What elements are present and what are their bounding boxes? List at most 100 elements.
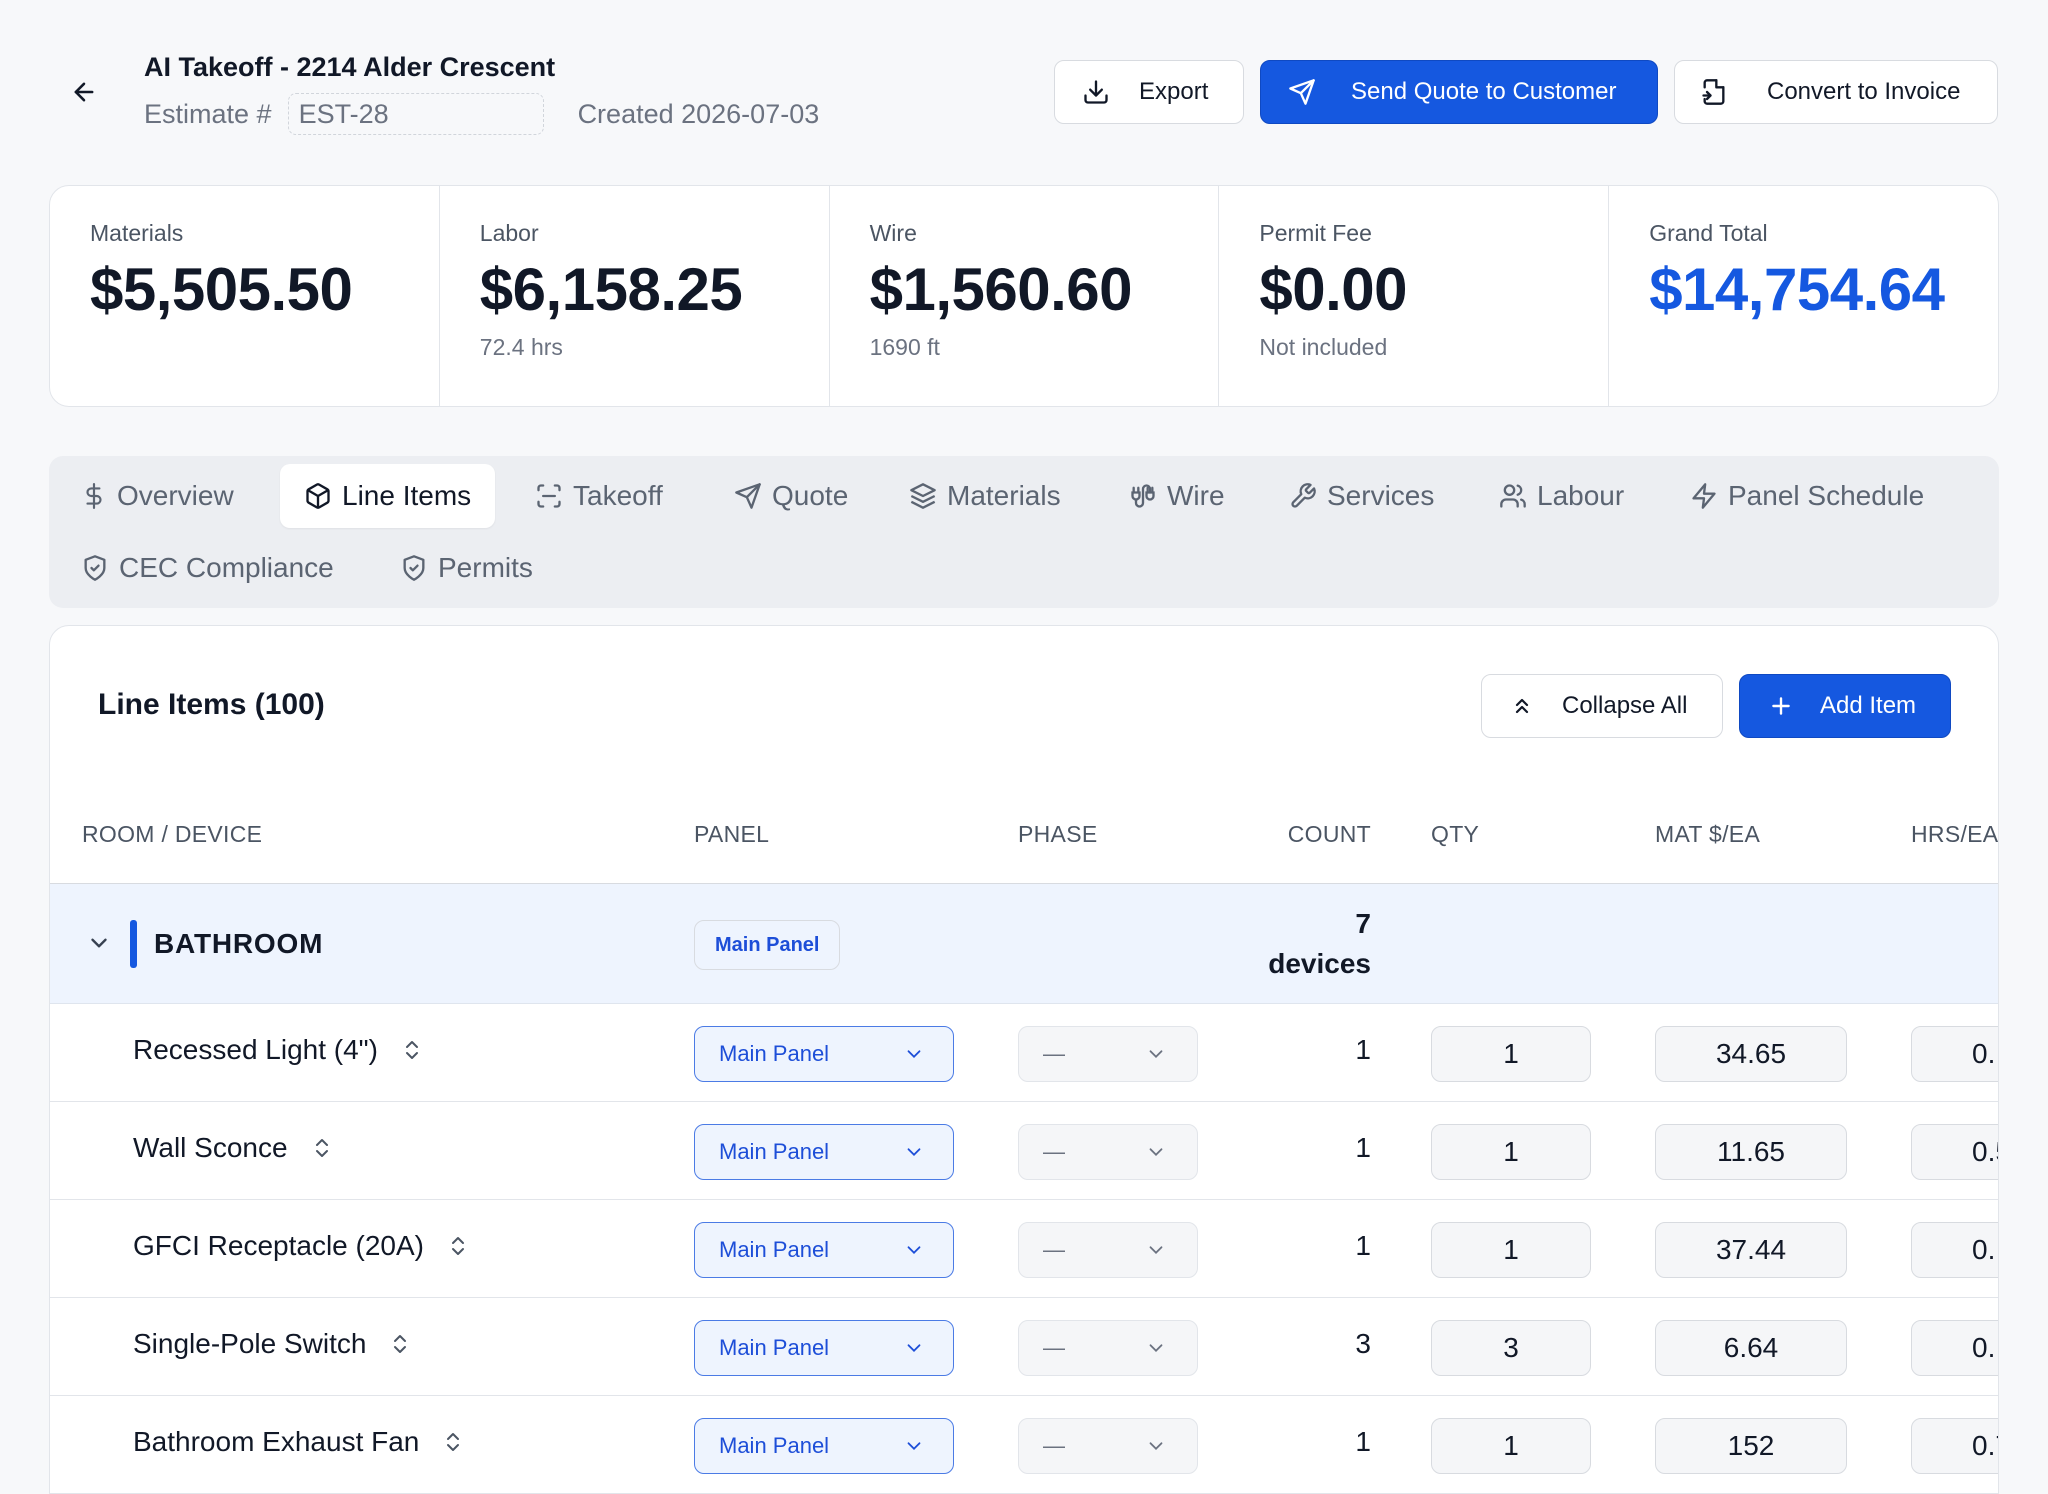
chevrons-up-down-icon[interactable] [310,1134,334,1162]
hrs-input[interactable]: 0. [1911,1026,1998,1082]
column-header-room-device[interactable]: ROOM / DEVICE [82,821,262,848]
table-row: Bathroom Exhaust Fan Main Panel — 1 1 15… [50,1396,1998,1494]
phase-select[interactable]: — [1018,1026,1198,1082]
tab-bar: Overview Line Items Takeoff Quote Materi… [49,456,1999,608]
users-icon [1500,484,1526,508]
collapse-all-button[interactable]: Collapse All [1481,674,1723,738]
mat-price-input[interactable]: 37.44 [1655,1222,1847,1278]
collapse-all-label: Collapse All [1562,692,1688,719]
tab-permits[interactable]: Permits [400,536,533,600]
chevron-down-icon [1149,1442,1163,1451]
tab-label: Line Items [342,480,472,511]
qty-input[interactable]: 1 [1431,1222,1591,1278]
tab-label: Services [1327,480,1435,511]
tab-cec-compliance[interactable]: CEC Compliance [81,536,334,600]
group-count-unit: devices [1268,948,1371,979]
chevrons-up-down-icon[interactable] [441,1428,465,1456]
back-button[interactable] [66,78,102,106]
panel-select[interactable]: Main Panel [694,1124,954,1180]
count-value: 1 [1355,1132,1371,1163]
panel-select[interactable]: Main Panel [694,1026,954,1082]
add-item-button[interactable]: Add Item [1739,674,1951,738]
card-label: Materials [90,220,184,246]
created-date: Created 2026-07-03 [577,98,820,129]
grand-total-card: Grand Total $14,754.64 [1609,186,1998,406]
chevron-down-icon[interactable] [86,930,112,961]
hrs-input[interactable]: 0. [1911,1222,1998,1278]
chevrons-up-down-icon[interactable] [446,1232,470,1260]
chevron-down-icon [907,1246,921,1255]
chevrons-up-down-icon[interactable] [388,1330,412,1358]
column-header-phase[interactable]: PHASE [1018,821,1097,848]
phase-select[interactable]: — [1018,1418,1198,1474]
mat-price-input[interactable]: 11.65 [1655,1124,1847,1180]
chevron-down-icon [907,1344,921,1353]
column-header-qty[interactable]: QTY [1431,821,1479,848]
hrs-input[interactable]: 0.5 [1911,1124,1998,1180]
send-icon [1287,77,1317,107]
send-icon [735,483,761,509]
column-header-count[interactable]: COUNT [1288,821,1371,848]
card-value: $6,158.25 [479,256,743,323]
qty-input[interactable]: 3 [1431,1320,1591,1376]
chevrons-up-down-icon[interactable] [400,1036,424,1064]
dollar-icon [86,483,102,509]
column-header-panel[interactable]: PANEL [694,821,769,848]
card-value: $14,754.64 [1649,256,1945,323]
tab-label: Wire [1167,480,1225,511]
tab-label: Takeoff [573,480,663,511]
wrench-icon [1291,483,1316,508]
chevron-down-icon [907,1050,921,1059]
table-row: Single-Pole Switch Main Panel — 3 3 6.64… [50,1298,1998,1396]
card-value: $0.00 [1259,256,1408,323]
card-label: Permit Fee [1259,220,1372,246]
tab-label: Labour [1537,480,1625,511]
qty-input[interactable]: 1 [1431,1124,1591,1180]
tab-line-items[interactable]: Line Items [280,464,496,528]
panel-select[interactable]: Main Panel [694,1222,954,1278]
hrs-input[interactable]: 0.7 [1911,1418,1998,1474]
tab-quote[interactable]: Quote [734,464,848,528]
count-value: 1 [1355,1230,1371,1261]
mat-price-input[interactable]: 34.65 [1655,1026,1847,1082]
column-header-hrs-ea[interactable]: HRS/EA [1911,821,1998,848]
tab-panel-schedule[interactable]: Panel Schedule [1690,464,1924,528]
export-button[interactable]: Export [1054,60,1244,124]
panel-select[interactable]: Main Panel [694,1320,954,1376]
tab-wire[interactable]: Wire [1129,464,1225,528]
qty-input[interactable]: 1 [1431,1418,1591,1474]
panel-select-value: Main Panel [719,1139,830,1164]
box-icon [306,483,330,509]
panel-select[interactable]: Main Panel [694,1418,954,1474]
chevron-down-icon [1149,1148,1163,1157]
tab-labour[interactable]: Labour [1499,464,1624,528]
plus-icon [1772,697,1790,715]
estimate-label: Estimate # [144,98,272,129]
send-quote-button[interactable]: Send Quote to Customer [1260,60,1658,124]
phase-select[interactable]: — [1018,1222,1198,1278]
tab-materials[interactable]: Materials [909,464,1061,528]
line-items-panel: Line Items (100) Collapse All Add Item R… [49,625,1999,1494]
tab-takeoff[interactable]: Takeoff [535,464,663,528]
tab-label: Permits [438,552,533,583]
tab-services[interactable]: Services [1289,464,1434,528]
panel-select-value: Main Panel [719,1433,830,1458]
qty-input[interactable]: 1 [1431,1026,1591,1082]
cable-icon [1131,484,1155,508]
phase-select-value: — [1043,1139,1065,1164]
chevrons-up-icon [1515,698,1529,714]
estimate-number-field[interactable]: EST-28 [287,93,544,135]
mat-price-input[interactable]: 152 [1655,1418,1847,1474]
group-row-bathroom[interactable]: BATHROOM Main Panel 7 devices [50,884,1998,1004]
hrs-input[interactable]: 0. [1911,1320,1998,1376]
phase-select[interactable]: — [1018,1320,1198,1376]
column-header-mat-ea[interactable]: MAT $/EA [1655,821,1760,848]
convert-invoice-button[interactable]: Convert to Invoice [1674,60,1998,124]
group-accent-bar [130,920,137,968]
table-row: GFCI Receptacle (20A) Main Panel — 1 1 3… [50,1200,1998,1298]
mat-price-input[interactable]: 6.64 [1655,1320,1847,1376]
add-item-label: Add Item [1820,692,1917,719]
wire-card: Wire $1,560.60 1690 ft [830,186,1220,406]
tab-overview[interactable]: Overview [81,464,234,528]
phase-select[interactable]: — [1018,1124,1198,1180]
